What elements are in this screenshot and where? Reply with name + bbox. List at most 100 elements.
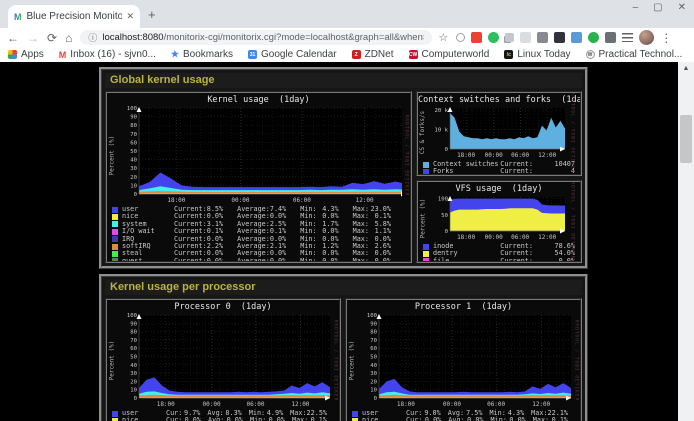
svg-text:70: 70 (130, 132, 137, 138)
page-viewport: Global kernel usage Kernel usage (1day) … (0, 62, 694, 421)
bookmark-item-2[interactable]: ★Bookmarks (171, 49, 233, 60)
svg-text:100: 100 (367, 313, 377, 319)
legend-stat: Max:0.1% (292, 417, 334, 421)
window-controls: – ▢ ✕ (633, 2, 686, 13)
bookmark-label: Google Calendar (261, 49, 337, 60)
search-extension-icon[interactable] (456, 33, 465, 42)
scrollbar-thumb[interactable] (680, 115, 692, 163)
svg-text:12:00: 12:00 (291, 401, 309, 408)
kernel-usage-graph-panel[interactable]: Kernel usage (1day) Percent (%) 01020304… (105, 91, 412, 263)
bookmark-item-1[interactable]: MInbox (16) - sjvn0... (59, 49, 156, 60)
rrdtool-watermark: RRDTOOL / TOBI OETIKER (568, 105, 576, 160)
svg-text:50: 50 (370, 355, 377, 361)
legend-series-name: nice (122, 417, 166, 421)
address-bar[interactable]: ⓘ localhost:8080/monitorix-cgi/monitorix… (80, 30, 432, 45)
svg-text:06:00: 06:00 (511, 234, 529, 241)
bookmark-star-icon[interactable]: ☆ (438, 31, 448, 44)
svg-text:80: 80 (130, 123, 137, 129)
bookmark-icon-6: /c (504, 50, 513, 59)
svg-text:0: 0 (374, 396, 377, 402)
bookmark-items: MInbox (16) - sjvn0... ★Bookmarks 31 Google… (59, 49, 694, 60)
svg-text:12:00: 12:00 (532, 401, 550, 408)
tab-strip: M Blue Precision Monitorix ✕ + – ▢ ✕ (0, 0, 694, 28)
svg-text:10: 10 (130, 388, 137, 394)
bookmark-label: Linux Today (517, 49, 570, 60)
apps-shortcut[interactable]: Apps (8, 49, 44, 60)
svg-text:00:00: 00:00 (485, 234, 503, 241)
section-title: Kernel usage per processor (105, 280, 582, 295)
legend-row: niceCur:0.0%Avg:0.0%Min:0.0%Max:0.1% (352, 417, 575, 421)
reload-button[interactable]: ⟳ (47, 32, 57, 44)
svg-text:100: 100 (438, 197, 448, 203)
svg-text:70: 70 (130, 338, 137, 344)
bookmark-item-5[interactable]: CWComputerworld (409, 49, 490, 60)
copy-pages-extension-icon[interactable] (505, 33, 514, 42)
page-scrollbar[interactable]: ▲ (678, 62, 694, 421)
reading-list-icon[interactable] (622, 33, 633, 42)
close-button[interactable]: ✕ (678, 2, 686, 13)
page-info-icon[interactable]: ⓘ (88, 31, 97, 44)
svg-text:10: 10 (130, 183, 137, 189)
browser-tab[interactable]: M Blue Precision Monitorix ✕ (8, 5, 140, 28)
svg-text:100: 100 (127, 313, 137, 319)
light-square-extension-icon[interactable] (520, 32, 531, 43)
blue-square-extension-icon[interactable] (571, 32, 582, 43)
profile-avatar[interactable] (639, 30, 654, 45)
svg-text:80: 80 (370, 330, 377, 336)
rrdtool-watermark: RRDTOOL / TOBI OETIKER (402, 105, 410, 205)
minimize-button[interactable]: – (633, 2, 639, 13)
legend-row: ForksCurrent:4 (423, 168, 575, 175)
green-note-extension-icon[interactable] (488, 32, 499, 43)
svg-text:30: 30 (370, 371, 377, 377)
legend-swatch (423, 244, 429, 250)
processor-1-plot: 010203040506070809010018:0000:0006:0012:… (357, 312, 572, 409)
legend-stat: Max:0.0% (353, 258, 405, 263)
svg-text:06:00: 06:00 (246, 401, 264, 408)
puzzle-extensions-icon[interactable] (605, 32, 616, 43)
svg-text:30: 30 (130, 166, 137, 172)
extension-icons (456, 32, 633, 43)
forward-button[interactable]: → (27, 32, 39, 44)
legend-series-name: guest (122, 258, 174, 263)
bookmark-item-6[interactable]: /c Linux Today (504, 49, 570, 60)
vfs-usage-graph-panel[interactable]: VFS usage (1day) Percent (%) 05010018:00… (416, 180, 582, 263)
bookmark-item-4[interactable]: ZZDNet (352, 49, 394, 60)
gray-extension-icon[interactable] (537, 32, 548, 43)
svg-text:60: 60 (130, 140, 137, 146)
bookmark-item-7[interactable]: WPractical Technol... (586, 49, 683, 60)
legend-stat: Current:0.0% (174, 258, 237, 263)
legend-series-name: nice (362, 417, 406, 421)
y-axis-label: Percent (%) (347, 312, 357, 409)
legend-swatch (423, 251, 429, 257)
processor-1-graph-panel[interactable]: Processor 1 (1day) Percent (%) 010203040… (345, 298, 582, 421)
svg-text:60: 60 (370, 346, 377, 352)
chrome-menu-icon[interactable]: ⋮ (660, 31, 672, 45)
bookmark-icon-3: 31 (248, 50, 257, 59)
legend-swatch (112, 236, 118, 242)
bookmark-item-3[interactable]: 31 Google Calendar (248, 49, 337, 60)
processor-0-graph-panel[interactable]: Processor 0 (1day) Percent (%) 010203040… (105, 298, 341, 421)
svg-text:18:00: 18:00 (457, 234, 475, 241)
maximize-button[interactable]: ▢ (653, 2, 662, 13)
svg-text:10 k: 10 k (435, 127, 449, 133)
svg-text:12:00: 12:00 (356, 197, 374, 204)
svg-text:00:00: 00:00 (485, 152, 503, 159)
context-switches-graph-panel[interactable]: Context switches and forks (1day) CS & f… (416, 91, 582, 176)
y-axis-label: Percent (%) (418, 194, 428, 242)
back-button[interactable]: ← (7, 32, 19, 44)
home-button[interactable]: ⌂ (65, 32, 72, 44)
graph-title: VFS usage (1day) (418, 184, 580, 194)
url-host: localhost:8080 (102, 32, 163, 43)
legend-swatch (112, 229, 118, 235)
green-circle-extension-icon[interactable] (588, 32, 599, 43)
svg-text:20: 20 (130, 379, 137, 385)
svg-text:100: 100 (127, 106, 137, 112)
tab-close-icon[interactable]: ✕ (126, 11, 134, 22)
dark-square-extension-icon[interactable] (554, 32, 565, 43)
gmail-extension-icon[interactable] (471, 32, 482, 43)
legend-swatch (112, 251, 118, 257)
bookmark-label: Practical Technol... (599, 49, 683, 60)
new-tab-button[interactable]: + (148, 7, 156, 22)
scrollbar-up-arrow[interactable]: ▲ (678, 63, 694, 75)
legend-stat: Avg:0.0% (448, 417, 490, 421)
